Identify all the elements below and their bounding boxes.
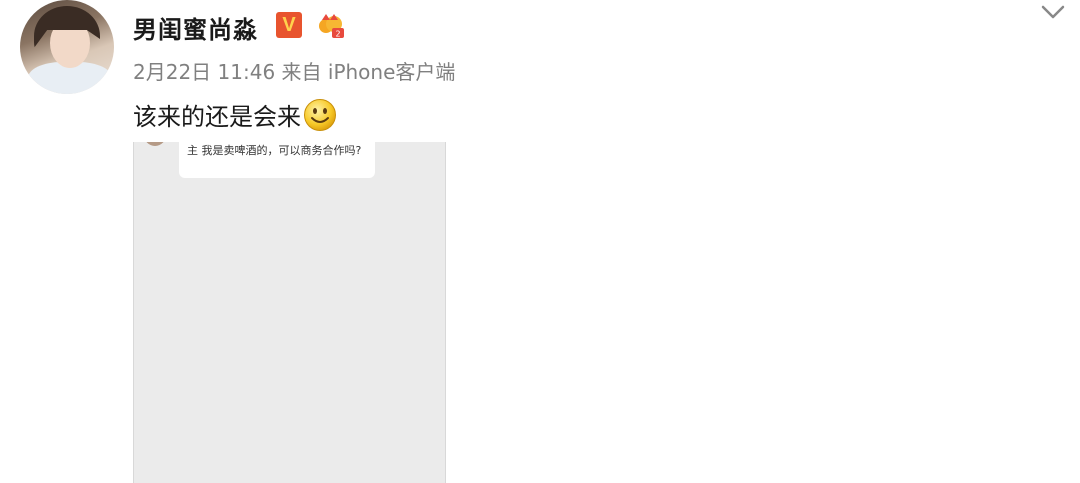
chat-avatar <box>144 142 166 146</box>
chevron-down-icon[interactable] <box>1040 2 1066 22</box>
avatar[interactable] <box>20 0 114 94</box>
post-text: 该来的还是会来 <box>133 97 337 132</box>
post-text-content: 该来的还是会来 <box>133 103 301 131</box>
username[interactable]: 男闺蜜尚淼 <box>133 10 258 45</box>
post-image[interactable]: 主 我是卖啤酒的，可以商务合作吗? <box>133 142 446 483</box>
smile-emoji-icon <box>304 98 336 131</box>
svg-text:2: 2 <box>335 30 340 39</box>
post-source-prefix: 来自 <box>281 60 322 84</box>
post-source[interactable]: iPhone客户端 <box>328 60 456 84</box>
chat-bubble: 主 我是卖啤酒的，可以商务合作吗? <box>179 142 375 178</box>
crown-level-icon[interactable]: 2 <box>316 12 346 40</box>
post-timestamp[interactable]: 2月22日 11:46 <box>133 60 275 84</box>
verified-badge-icon[interactable]: V <box>276 12 302 38</box>
weibo-post: 男闺蜜尚淼 V 2 2月22日 11:46 来自 iPhone客户端 该来的还是… <box>0 0 1080 483</box>
post-meta: 2月22日 11:46 来自 iPhone客户端 <box>133 56 455 85</box>
